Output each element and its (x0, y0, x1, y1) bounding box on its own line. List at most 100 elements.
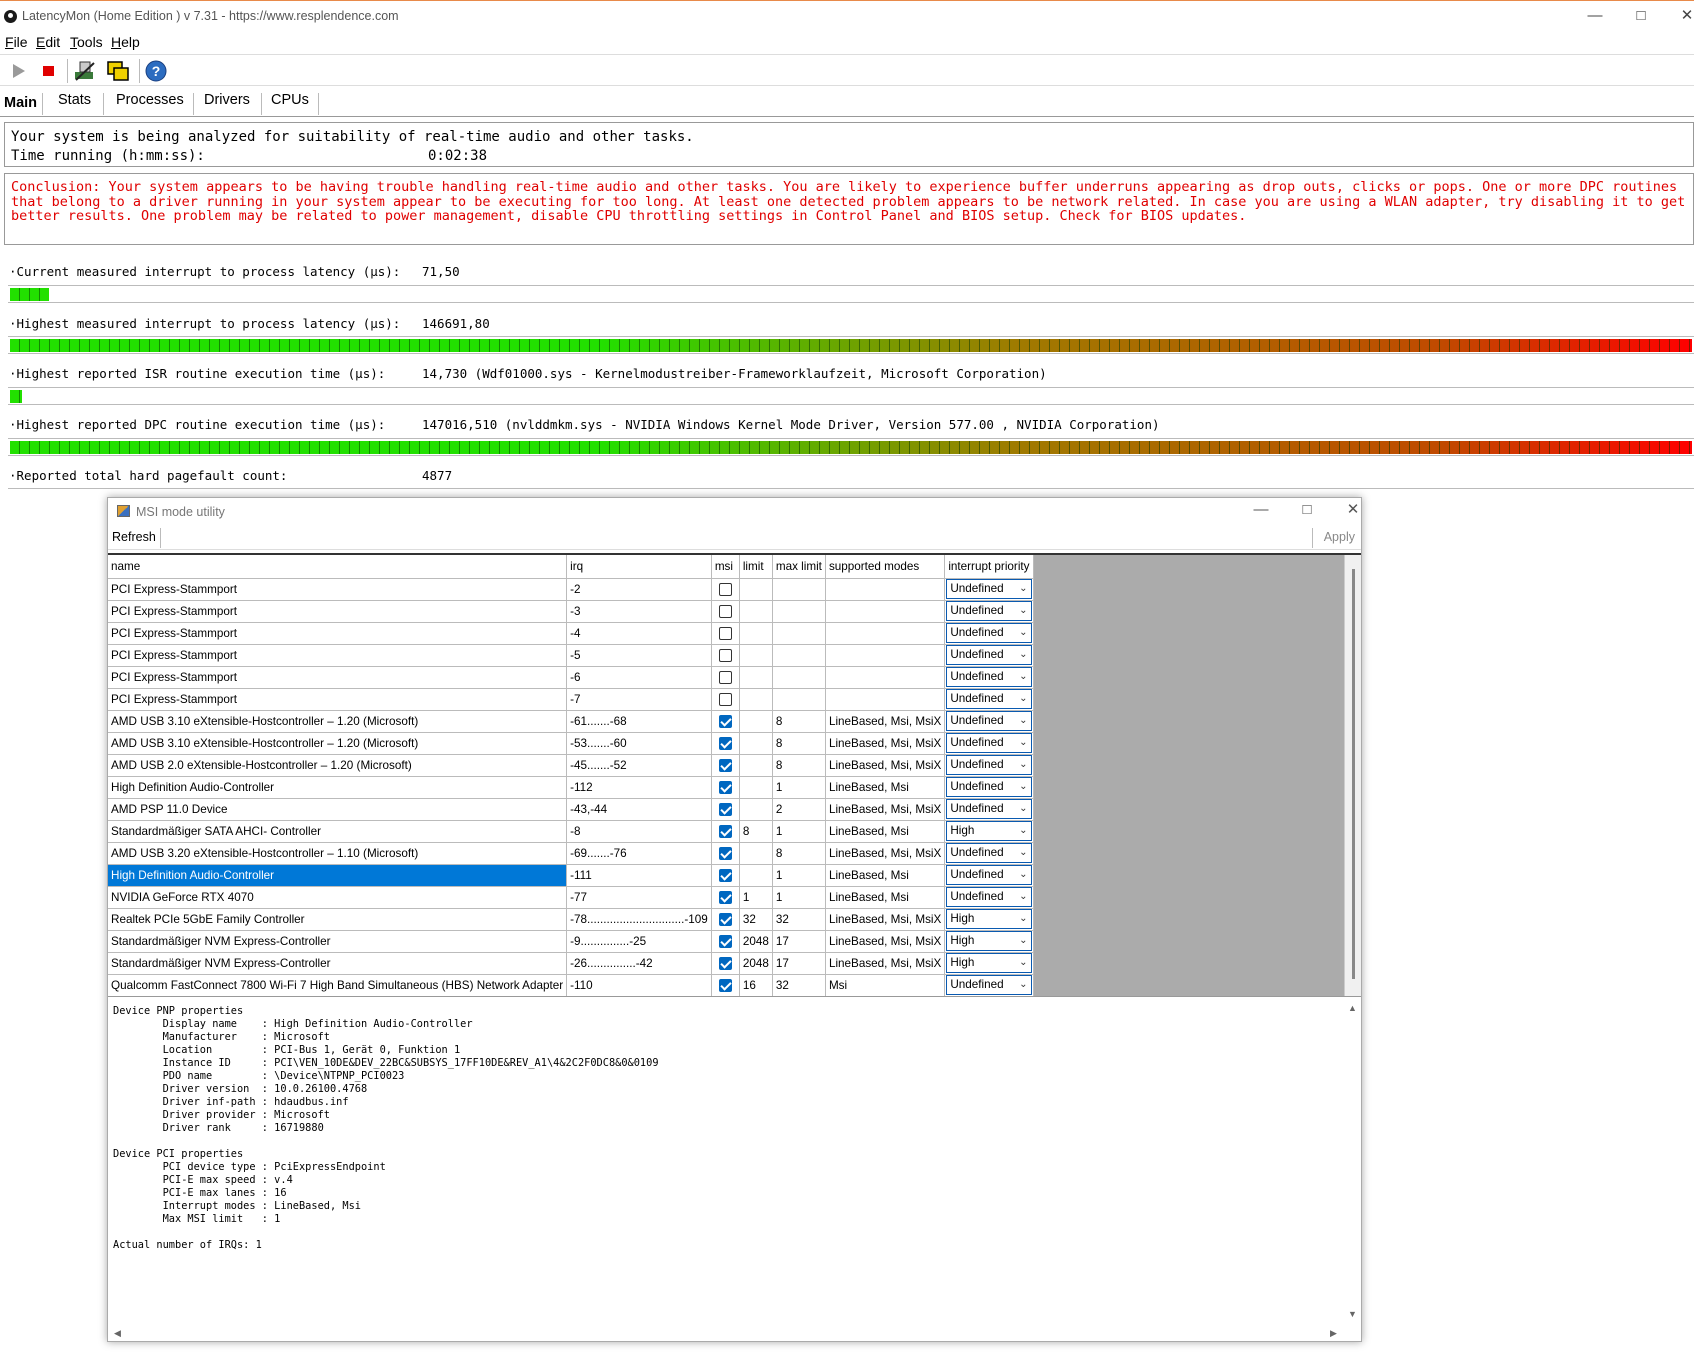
chevron-down-icon[interactable]: ⌄ (1019, 580, 1027, 598)
interrupt-priority-dropdown[interactable]: Undefined ⌄ (946, 711, 1032, 731)
msi-checkbox[interactable] (718, 978, 732, 992)
chevron-down-icon[interactable]: ⌄ (1019, 844, 1027, 862)
chevron-down-icon[interactable]: ⌄ (1019, 624, 1027, 642)
device-name-cell[interactable]: PCI Express-Stammport (108, 622, 568, 645)
table-row[interactable]: Standardmäßiger NVM Express-Controller -9… (108, 930, 1034, 953)
interrupt-priority-dropdown[interactable]: High ⌄ (946, 953, 1032, 973)
chevron-down-icon[interactable]: ⌄ (1019, 976, 1027, 994)
interrupt-priority-dropdown[interactable]: High ⌄ (946, 909, 1032, 929)
interrupt-priority-dropdown[interactable]: Undefined ⌄ (946, 689, 1032, 709)
tab-cpus[interactable]: CPUs (267, 92, 313, 108)
msi-checkbox[interactable] (718, 890, 732, 904)
chevron-down-icon[interactable]: ⌄ (1019, 602, 1027, 620)
column-header-name[interactable]: name (108, 555, 568, 579)
msi-maximize-button[interactable]: □ (1292, 500, 1322, 522)
device-name-cell[interactable]: AMD USB 3.10 eXtensible-Hostcontroller –… (108, 732, 568, 755)
msi-checkbox[interactable] (718, 582, 732, 596)
msi-checkbox[interactable] (718, 956, 732, 970)
chevron-down-icon[interactable]: ⌄ (1019, 668, 1027, 686)
table-row[interactable]: High Definition Audio-Controller -112 1 Lin… (108, 776, 1034, 799)
msi-checkbox[interactable] (718, 868, 732, 882)
chevron-down-icon[interactable]: ⌄ (1019, 712, 1027, 730)
scroll-up-icon[interactable]: ▲ (1348, 1003, 1357, 1013)
menu-help[interactable]: Help (111, 34, 140, 50)
interrupt-priority-dropdown[interactable]: Undefined ⌄ (946, 601, 1032, 621)
device-name-cell[interactable]: AMD USB 3.10 eXtensible-Hostcontroller –… (108, 710, 568, 733)
menu-edit[interactable]: Edit (36, 34, 60, 50)
msi-checkbox[interactable] (718, 934, 732, 948)
msi-checkbox[interactable] (718, 736, 732, 750)
table-row[interactable]: Qualcomm FastConnect 7800 Wi-Fi 7 High B… (108, 974, 1034, 996)
chevron-down-icon[interactable]: ⌄ (1019, 778, 1027, 796)
refresh-button[interactable]: Refresh (112, 530, 156, 544)
chevron-down-icon[interactable]: ⌄ (1019, 800, 1027, 818)
minimize-button[interactable]: — (1580, 5, 1610, 29)
grid-scroll-thumb[interactable] (1352, 569, 1355, 979)
column-header-msi[interactable]: msi (711, 555, 740, 579)
msi-checkbox[interactable] (718, 824, 732, 838)
table-row[interactable]: AMD PSP 11.0 Device -43,-44 2 LineBased, Ms… (108, 798, 1034, 821)
table-row[interactable]: Standardmäßiger SATA AHCI- Controller -8 8… (108, 820, 1034, 843)
menu-tools[interactable]: Tools (70, 34, 103, 50)
chevron-down-icon[interactable]: ⌄ (1019, 646, 1027, 664)
msi-checkbox[interactable] (718, 758, 732, 772)
msi-checkbox[interactable] (718, 648, 732, 662)
properties-horizontal-scrollbar[interactable]: ◀ ▶ (108, 1327, 1361, 1341)
table-row[interactable]: AMD USB 3.10 eXtensible-Hostcontroller –… (108, 732, 1034, 755)
scroll-down-icon[interactable]: ▼ (1348, 1309, 1357, 1319)
table-row[interactable]: AMD USB 2.0 eXtensible-Hostcontroller – … (108, 754, 1034, 777)
tab-processes[interactable]: Processes (112, 92, 188, 108)
interrupt-priority-dropdown[interactable]: Undefined ⌄ (946, 887, 1032, 907)
stop-icon[interactable] (36, 59, 62, 83)
table-row[interactable]: PCI Express-Stammport -5 Undefined ⌄ (108, 644, 1034, 667)
interrupt-priority-dropdown[interactable]: High ⌄ (946, 931, 1032, 951)
msi-checkbox[interactable] (718, 604, 732, 618)
msi-checkbox[interactable] (718, 780, 732, 794)
device-name-cell[interactable]: Standardmäßiger SATA AHCI- Controller (108, 820, 568, 843)
column-header-supported-modes[interactable]: supported modes (825, 555, 946, 579)
windows-icon[interactable] (105, 59, 131, 83)
maximize-button[interactable]: □ (1626, 5, 1656, 29)
interrupt-priority-dropdown[interactable]: Undefined ⌄ (946, 843, 1032, 863)
msi-checkbox[interactable] (718, 692, 732, 706)
table-row[interactable]: Standardmäßiger NVM Express-Controller -2… (108, 952, 1034, 975)
table-row[interactable]: NVIDIA GeForce RTX 4070 -77 1 1 LineBased, M… (108, 886, 1034, 909)
msi-checkbox[interactable] (718, 626, 732, 640)
interrupt-priority-dropdown[interactable]: Undefined ⌄ (946, 623, 1032, 643)
column-header-limit[interactable]: limit (739, 555, 773, 579)
column-header-irq[interactable]: irq (566, 555, 712, 579)
device-name-cell[interactable]: Qualcomm FastConnect 7800 Wi-Fi 7 High B… (108, 974, 568, 996)
interrupt-priority-dropdown[interactable]: Undefined ⌄ (946, 975, 1032, 995)
column-header-interrupt-priority[interactable]: interrupt priority (944, 555, 1034, 579)
interrupt-priority-dropdown[interactable]: Undefined ⌄ (946, 799, 1032, 819)
properties-vertical-scrollbar[interactable]: ▲ ▼ (1344, 997, 1361, 1327)
chevron-down-icon[interactable]: ⌄ (1019, 932, 1027, 950)
chevron-down-icon[interactable]: ⌄ (1019, 756, 1027, 774)
device-name-cell[interactable]: PCI Express-Stammport (108, 688, 568, 711)
device-name-cell[interactable]: AMD USB 2.0 eXtensible-Hostcontroller – … (108, 754, 568, 777)
device-name-cell[interactable]: High Definition Audio-Controller (108, 864, 568, 887)
menu-file[interactable]: File (5, 34, 28, 50)
table-row[interactable]: High Definition Audio-Controller -111 1 Lin… (108, 864, 1034, 887)
interrupt-priority-dropdown[interactable]: Undefined ⌄ (946, 645, 1032, 665)
table-row[interactable]: AMD USB 3.10 eXtensible-Hostcontroller –… (108, 710, 1034, 733)
table-row[interactable]: Realtek PCIe 5GbE Family Controller -78..… (108, 908, 1034, 931)
table-row[interactable]: PCI Express-Stammport -6 Undefined ⌄ (108, 666, 1034, 689)
table-row[interactable]: PCI Express-Stammport -7 Undefined ⌄ (108, 688, 1034, 711)
apply-button[interactable]: Apply (1324, 530, 1355, 544)
interrupt-priority-dropdown[interactable]: Undefined ⌄ (946, 777, 1032, 797)
device-name-cell[interactable]: High Definition Audio-Controller (108, 776, 568, 799)
chevron-down-icon[interactable]: ⌄ (1019, 910, 1027, 928)
msi-checkbox[interactable] (718, 912, 732, 926)
msi-minimize-button[interactable]: — (1246, 500, 1276, 522)
msi-checkbox[interactable] (718, 802, 732, 816)
device-name-cell[interactable]: PCI Express-Stammport (108, 666, 568, 689)
device-name-cell[interactable]: PCI Express-Stammport (108, 600, 568, 623)
interrupt-priority-dropdown[interactable]: Undefined ⌄ (946, 865, 1032, 885)
column-header-max-limit[interactable]: max limit (772, 555, 826, 579)
device-name-cell[interactable]: PCI Express-Stammport (108, 578, 568, 601)
interrupt-priority-dropdown[interactable]: Undefined ⌄ (946, 755, 1032, 775)
interrupt-priority-dropdown[interactable]: Undefined ⌄ (946, 667, 1032, 687)
chevron-down-icon[interactable]: ⌄ (1019, 690, 1027, 708)
interrupt-priority-dropdown[interactable]: Undefined ⌄ (946, 733, 1032, 753)
